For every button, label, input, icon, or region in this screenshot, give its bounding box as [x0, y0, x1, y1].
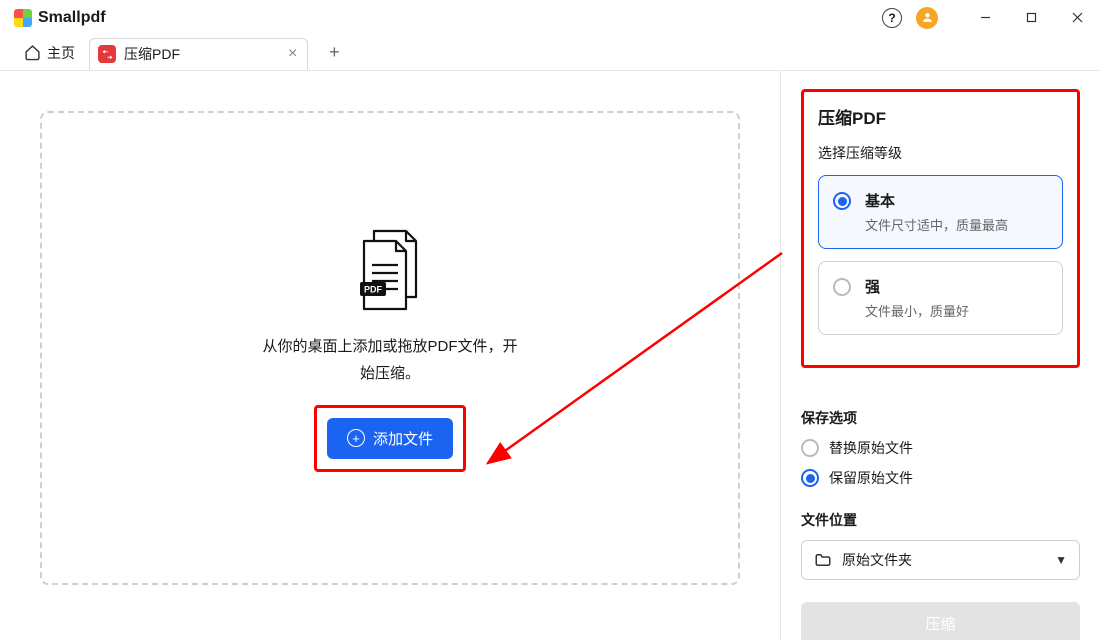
radio-icon	[833, 278, 851, 296]
add-file-button[interactable]: + 添加文件	[327, 418, 453, 459]
radio-icon	[801, 469, 819, 487]
app-name: Smallpdf	[38, 9, 106, 27]
folder-icon	[814, 551, 832, 569]
home-icon	[24, 44, 41, 61]
compression-panel-highlight: 压缩PDF 选择压缩等级 基本 文件尺寸适中，质量最高 强 文件最小，质量好	[801, 89, 1080, 368]
compress-button[interactable]: 压缩	[801, 602, 1080, 640]
location-section-label: 文件位置	[801, 510, 1080, 530]
dropzone-text: 从你的桌面上添加或拖放PDF文件，开 始压缩。	[262, 333, 517, 387]
tab-compress-pdf[interactable]: 压缩PDF ×	[89, 38, 308, 70]
logo-icon	[14, 9, 32, 27]
panel-subtitle: 选择压缩等级	[818, 143, 1063, 163]
annotation-arrow-icon	[472, 243, 792, 473]
window-minimize[interactable]	[962, 0, 1008, 35]
option-desc: 文件最小，质量好	[865, 301, 969, 320]
new-tab-button[interactable]: +	[318, 37, 350, 69]
file-dropzone[interactable]: PDF 从你的桌面上添加或拖放PDF文件，开 始压缩。 + 添加文件	[40, 111, 740, 585]
radio-icon	[801, 439, 819, 457]
option-title: 基本	[865, 190, 1008, 211]
option-desc: 文件尺寸适中，质量最高	[865, 215, 1008, 234]
pdf-document-icon: PDF	[350, 225, 430, 315]
help-button[interactable]: ?	[882, 8, 902, 28]
compress-icon	[98, 45, 116, 63]
option-title: 强	[865, 276, 969, 297]
compression-option-strong[interactable]: 强 文件最小，质量好	[818, 261, 1063, 335]
home-tab-label: 主页	[47, 43, 75, 63]
save-option-label: 保留原始文件	[829, 468, 913, 488]
caret-down-icon: ▼	[1055, 553, 1067, 567]
radio-icon	[833, 192, 851, 210]
tab-close-button[interactable]: ×	[288, 45, 297, 63]
tab-label: 压缩PDF	[124, 44, 180, 64]
account-avatar[interactable]	[916, 7, 938, 29]
plus-icon: +	[347, 429, 365, 447]
save-option-replace[interactable]: 替换原始文件	[801, 438, 1080, 458]
location-select[interactable]: 原始文件夹 ▼	[801, 540, 1080, 580]
add-file-label: 添加文件	[373, 428, 433, 449]
window-close[interactable]	[1054, 0, 1100, 35]
add-file-highlight: + 添加文件	[314, 405, 466, 472]
save-option-keep[interactable]: 保留原始文件	[801, 468, 1080, 488]
app-logo: Smallpdf	[14, 9, 106, 27]
home-tab[interactable]: 主页	[14, 37, 85, 69]
save-option-label: 替换原始文件	[829, 438, 913, 458]
compression-option-basic[interactable]: 基本 文件尺寸适中，质量最高	[818, 175, 1063, 249]
pdf-badge-text: PDF	[364, 284, 383, 294]
window-maximize[interactable]	[1008, 0, 1054, 35]
user-icon	[921, 11, 934, 24]
save-section-label: 保存选项	[801, 408, 1080, 428]
location-value: 原始文件夹	[842, 550, 912, 570]
panel-title: 压缩PDF	[818, 104, 1063, 129]
